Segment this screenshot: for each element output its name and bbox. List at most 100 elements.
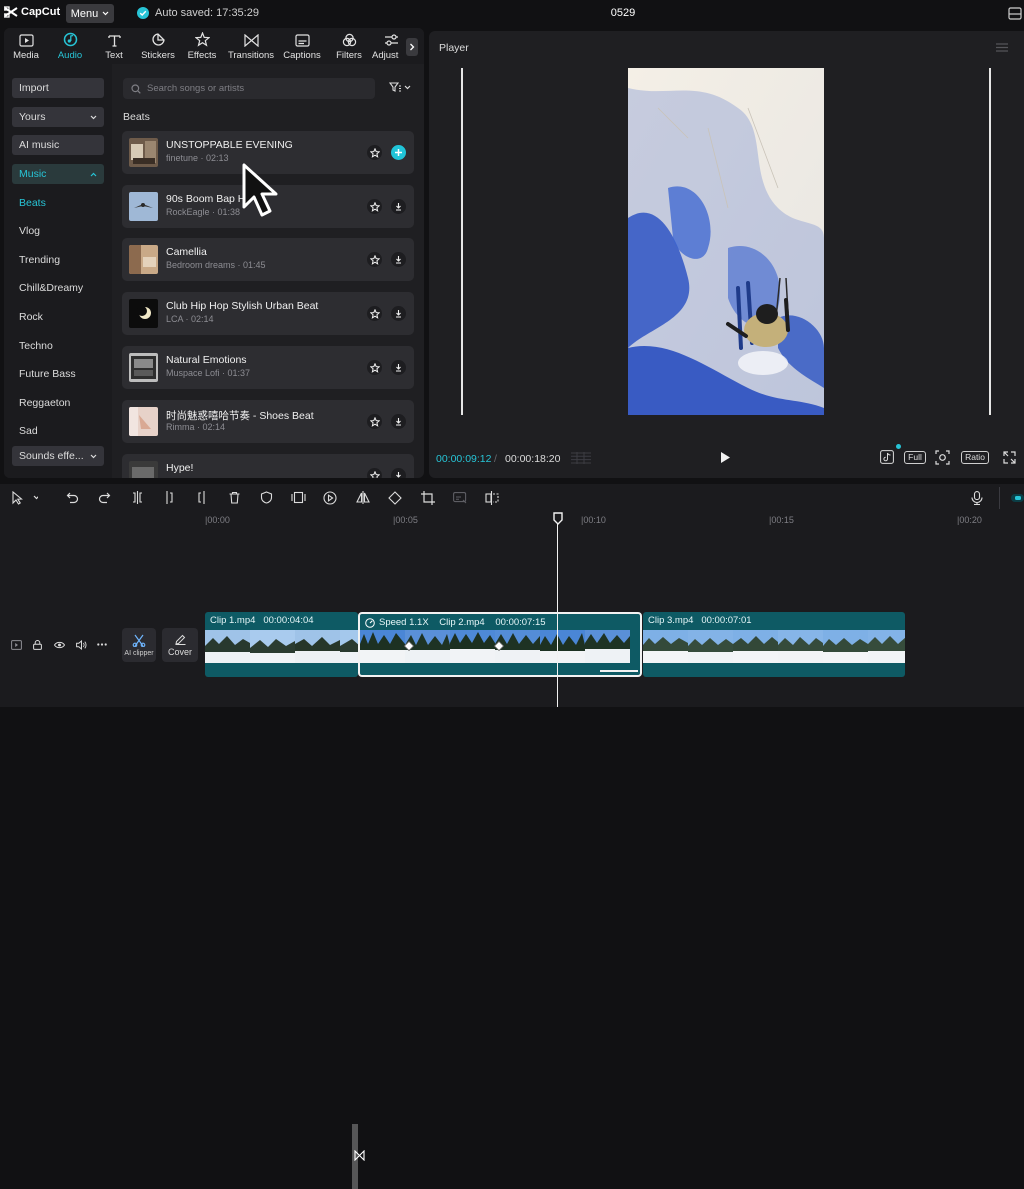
ai-clipper-button[interactable]: AI clipper (122, 628, 156, 662)
video-preview[interactable] (628, 68, 824, 415)
split-button[interactable] (131, 491, 144, 504)
hamburger-icon[interactable] (996, 43, 1008, 52)
sidebar-item-ai-music[interactable]: AI music (12, 135, 104, 155)
add-track-button[interactable] (391, 145, 406, 160)
tab-audio[interactable]: Audio (48, 28, 92, 64)
filters-icon (342, 33, 356, 47)
sidebar-item-chill-dreamy[interactable]: Chill&Dreamy (12, 278, 104, 298)
capcut-logo: CapCut (4, 6, 60, 18)
split-left-button[interactable] (163, 491, 176, 504)
ratio-button[interactable]: Ratio (961, 449, 989, 465)
cover-button[interactable]: Cover (162, 628, 198, 662)
sidebar-item-yours[interactable]: Yours (12, 107, 104, 127)
timecode-grid-icon[interactable] (571, 452, 591, 464)
pointer-icon (12, 491, 38, 505)
sidebar-item-import[interactable]: Import (12, 78, 104, 98)
star-icon (369, 147, 380, 158)
playhead-line[interactable] (557, 516, 558, 707)
sidebar-item-sounds-effects[interactable]: Sounds effe... (12, 446, 104, 466)
rotate-button[interactable] (388, 491, 402, 505)
sidebar-item-future-bass[interactable]: Future Bass (12, 364, 104, 384)
tab-media[interactable]: Media (4, 28, 48, 64)
fullscreen-button[interactable] (1001, 449, 1017, 465)
favorite-button[interactable] (367, 199, 382, 214)
tab-label: Effects (187, 50, 217, 61)
download-button[interactable] (391, 199, 406, 214)
sidebar-item-sad[interactable]: Sad (12, 421, 104, 441)
sidebar-item-reggaeton[interactable]: Reggaeton (12, 393, 104, 413)
keyframe-marker[interactable] (404, 641, 414, 651)
undo-button[interactable] (66, 491, 79, 504)
keyframe-marker[interactable] (494, 641, 504, 651)
mirror-button[interactable] (356, 491, 370, 504)
sidebar-item-beats[interactable]: Beats (12, 193, 104, 213)
sidebar-item-techno[interactable]: Techno (12, 336, 104, 356)
lock-track-button[interactable] (33, 640, 42, 650)
sidebar-item-rock[interactable]: Rock (12, 307, 104, 327)
track-item[interactable]: Natural Emotions Muspace Lofi · 01:37 (122, 346, 414, 389)
track-title: Club Hip Hop Stylish Urban Beat (166, 300, 319, 312)
tab-captions[interactable]: Captions (278, 28, 326, 64)
tab-filters[interactable]: Filters (326, 28, 372, 64)
tab-transitions[interactable]: Transitions (224, 28, 278, 64)
redo-button[interactable] (98, 491, 111, 504)
layout-icon[interactable] (1008, 7, 1022, 20)
hide-track-button[interactable] (54, 641, 65, 649)
delete-button[interactable] (228, 491, 241, 504)
mask-button[interactable] (260, 491, 273, 504)
favorite-button[interactable] (367, 360, 382, 375)
select-tool-button[interactable] (12, 491, 38, 505)
download-button[interactable] (391, 468, 406, 478)
clip-duration: 00:00:07:15 (495, 617, 546, 628)
track-item[interactable]: Hype! (122, 454, 414, 478)
project-name[interactable]: 0529 (600, 7, 646, 19)
track-item[interactable]: Camellia Bedroom dreams · 01:45 (122, 238, 414, 281)
sidebar-item-music[interactable]: Music (12, 164, 104, 184)
favorite-button[interactable] (367, 468, 382, 478)
play-button[interactable] (720, 451, 731, 464)
download-button[interactable] (391, 252, 406, 267)
snap-toggle[interactable] (1011, 493, 1024, 503)
tab-adjust[interactable]: Adjust (372, 28, 408, 64)
tabs-next-button[interactable] (406, 38, 418, 56)
video-clip-selected[interactable]: Speed 1.1X Clip 2.mp4 00:00:07:15 (358, 612, 642, 677)
search-placeholder: Search songs or artists (147, 83, 245, 94)
download-button[interactable] (391, 414, 406, 429)
search-input[interactable]: Search songs or artists (123, 78, 375, 99)
favorite-button[interactable] (367, 252, 382, 267)
video-clip[interactable]: Clip 1.mp4 00:00:04:04 (205, 612, 358, 677)
audio-content: Search songs or artists Beats UNSTOPPABL… (112, 64, 424, 478)
auto-caption-button[interactable] (453, 491, 467, 504)
track-item[interactable]: Club Hip Hop Stylish Urban Beat LCA · 02… (122, 292, 414, 335)
download-button[interactable] (391, 306, 406, 321)
replace-button[interactable] (485, 491, 499, 505)
track-cover-toggle[interactable] (11, 640, 22, 650)
more-options-icon[interactable] (97, 643, 107, 646)
tab-stickers[interactable]: Stickers (136, 28, 180, 64)
time-ruler[interactable]: |00:00 |00:05 |00:10 |00:15 |00:20 (205, 512, 1024, 528)
transition-icon[interactable] (354, 1150, 365, 1161)
play-circle-icon (323, 491, 337, 505)
mute-track-button[interactable] (76, 640, 87, 650)
tab-text[interactable]: Text (92, 28, 136, 64)
favorite-button[interactable] (367, 145, 382, 160)
menu-button[interactable]: Menu (66, 4, 114, 23)
tiktok-preview-button[interactable] (879, 449, 895, 465)
favorite-button[interactable] (367, 306, 382, 321)
zoom-fit-button[interactable] (934, 449, 950, 465)
speed-button[interactable] (323, 491, 337, 505)
playhead-handle[interactable] (553, 512, 563, 525)
record-audio-button[interactable] (971, 491, 983, 505)
video-clip[interactable]: Clip 3.mp4 00:00:07:01 (643, 612, 905, 677)
track-item[interactable]: 时尚魅惑嘻哈节奏 - Shoes Beat Rimma · 02:14 (122, 400, 414, 443)
tab-effects[interactable]: Effects (180, 28, 224, 64)
crop-button[interactable] (421, 491, 435, 505)
sidebar-item-trending[interactable]: Trending (12, 250, 104, 270)
full-button[interactable]: Full (904, 449, 926, 465)
freeze-button[interactable] (291, 491, 306, 504)
split-right-button[interactable] (195, 491, 208, 504)
sidebar-item-vlog[interactable]: Vlog (12, 221, 104, 241)
download-button[interactable] (391, 360, 406, 375)
filter-button[interactable] (389, 82, 411, 92)
favorite-button[interactable] (367, 414, 382, 429)
